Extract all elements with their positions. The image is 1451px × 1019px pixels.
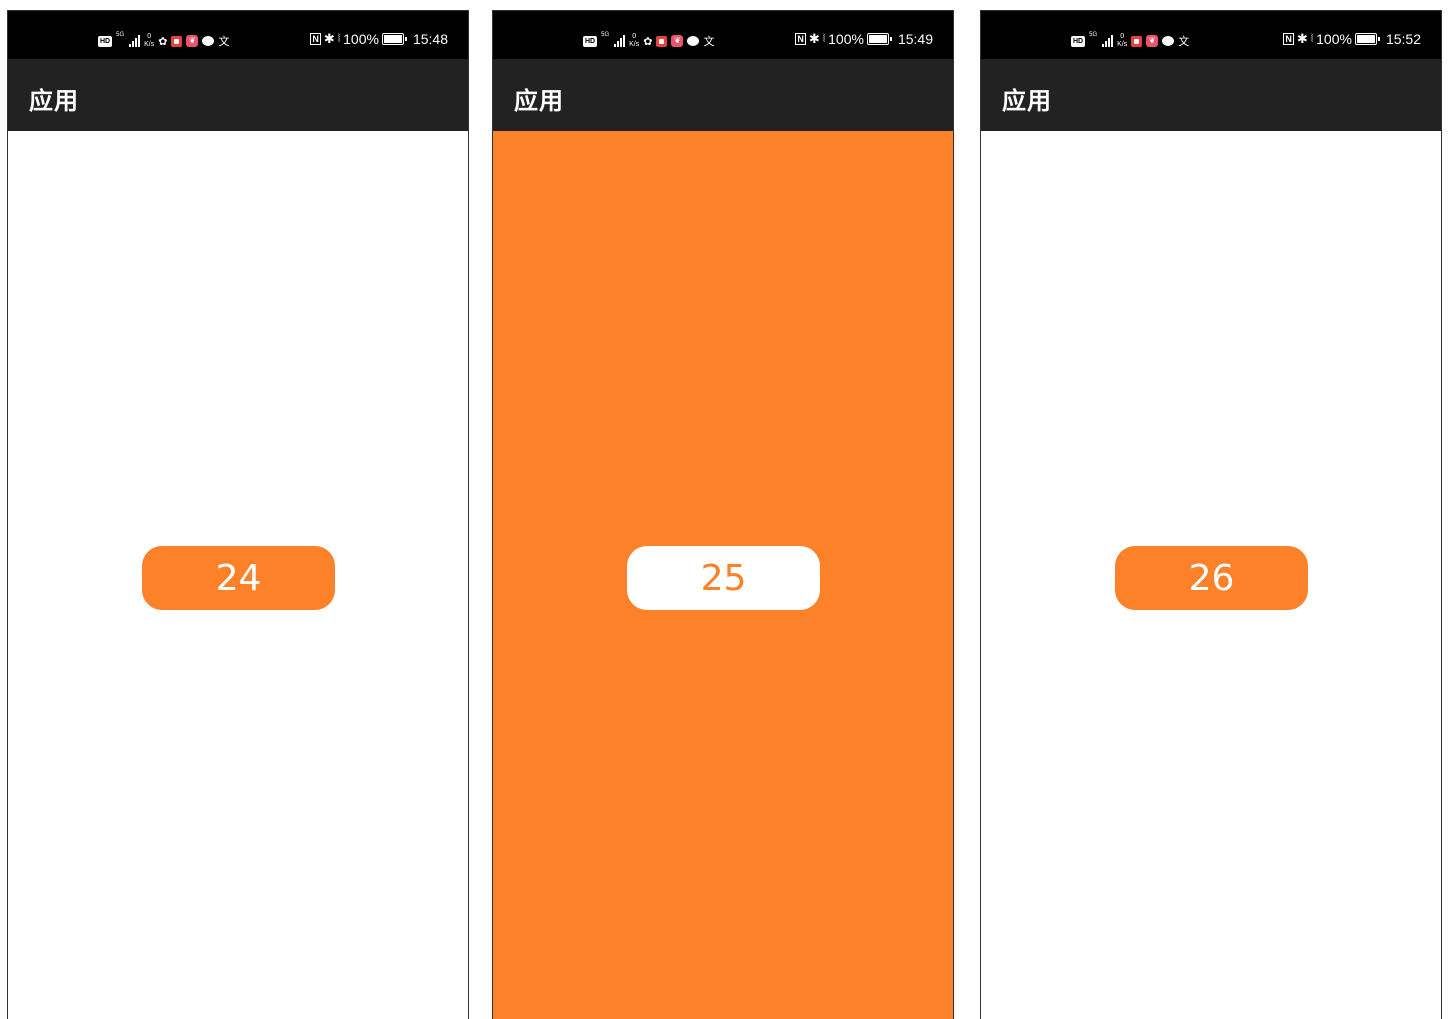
app-title: 应用 [1002, 87, 1052, 115]
red-app-icon [1131, 35, 1143, 47]
wechat-icon: ✿ [158, 35, 168, 48]
signal-icon [614, 35, 626, 47]
pink-app-icon: ❦ [1146, 35, 1159, 47]
vibrate-icon: ⦚ [337, 32, 341, 45]
content-area: 26 [981, 131, 1441, 1019]
content-area: 24 [8, 131, 468, 1019]
clock: 15:49 [897, 31, 933, 47]
signal-icon [1102, 35, 1114, 47]
app-title: 应用 [514, 87, 564, 115]
battery-percent: 100% [828, 31, 864, 47]
vibrate-icon: ⦚ [1310, 32, 1314, 45]
network-speed: 0 K/s [629, 33, 640, 48]
counter-button[interactable]: 24 [142, 546, 335, 610]
vibrate-icon: ⦚ [822, 32, 826, 45]
counter-button[interactable]: 26 [1115, 546, 1308, 610]
battery-icon [1354, 33, 1380, 45]
status-bar: HD 5G 0 K/s ✿ ❦ 文 N ✱ ⦚ 100% 15:49 [493, 11, 953, 59]
red-app-icon [171, 35, 183, 47]
bluetooth-icon: ✱ [808, 31, 820, 46]
wechat-icon: ✿ [643, 35, 653, 48]
translate-icon: 文 [703, 36, 715, 48]
app-bar: 应用 [8, 59, 468, 131]
status-bar: HD 5G 0 K/s ✿ ❦ 文 N ✱ ⦚ 100% 15:48 [8, 11, 468, 59]
app-title: 应用 [29, 87, 79, 115]
pink-app-icon: ❦ [671, 35, 684, 47]
battery-percent: 100% [343, 31, 379, 47]
hd-icon: HD [98, 35, 113, 47]
bluetooth-icon: ✱ [1296, 31, 1308, 46]
clock: 15:52 [1385, 31, 1421, 47]
nfc-icon: N [310, 33, 321, 45]
counter-button[interactable]: 25 [627, 546, 820, 610]
nfc-icon: N [795, 33, 806, 45]
chat-bubble-icon [687, 36, 700, 46]
chat-bubble-icon [1162, 36, 1175, 46]
battery-icon [381, 33, 407, 45]
network-speed: 0 K/s [144, 33, 155, 48]
bluetooth-icon: ✱ [323, 31, 335, 46]
status-bar: HD 5G 0 K/s ❦ 文 N ✱ ⦚ 100% 15:52 [981, 11, 1441, 59]
pink-app-icon: ❦ [186, 35, 199, 47]
battery-percent: 100% [1316, 31, 1352, 47]
red-app-icon [656, 35, 668, 47]
translate-icon: 文 [1178, 36, 1190, 48]
app-bar: 应用 [981, 59, 1441, 131]
hd-icon: HD [1071, 35, 1086, 47]
network-type: 5G [1089, 32, 1098, 38]
content-area: 25 [493, 131, 953, 1019]
phone-screen-2: HD 5G 0 K/s ✿ ❦ 文 N ✱ ⦚ 100% 15:49 应用 25 [492, 10, 954, 1019]
phone-screen-3: HD 5G 0 K/s ❦ 文 N ✱ ⦚ 100% 15:52 应用 26 [980, 10, 1442, 1019]
translate-icon: 文 [218, 36, 230, 48]
battery-icon [866, 33, 892, 45]
signal-icon [129, 35, 141, 47]
app-bar: 应用 [493, 59, 953, 131]
network-type: 5G [601, 32, 610, 38]
chat-bubble-icon [202, 36, 215, 46]
network-speed: 0 K/s [1117, 33, 1128, 48]
nfc-icon: N [1283, 33, 1294, 45]
network-type: 5G [116, 32, 125, 38]
hd-icon: HD [583, 35, 598, 47]
phone-screen-1: HD 5G 0 K/s ✿ ❦ 文 N ✱ ⦚ 100% 15:48 应用 24 [7, 10, 469, 1019]
clock: 15:48 [412, 31, 448, 47]
